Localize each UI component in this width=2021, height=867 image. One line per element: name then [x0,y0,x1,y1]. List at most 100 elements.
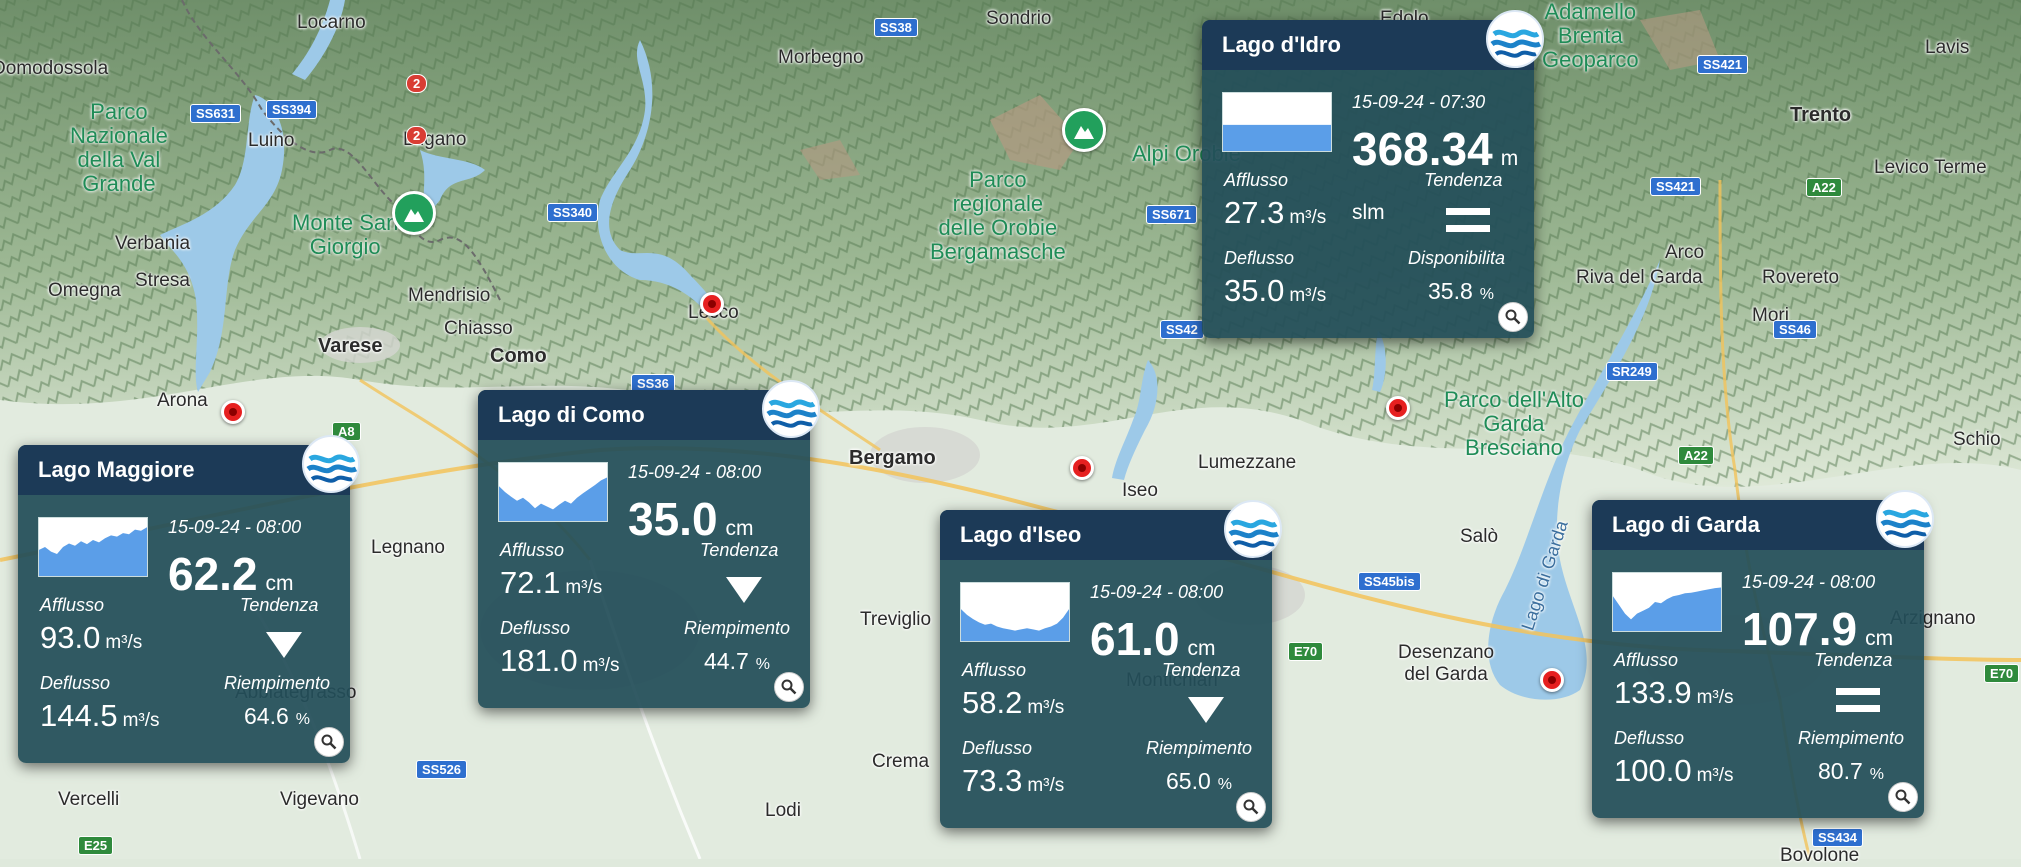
sparkline-area [961,609,1069,641]
reading-time: 15-09-24 - 08:00 [1090,582,1224,602]
sparkline-area [499,477,607,521]
place-label: Vercelli [58,789,120,810]
water-level: 107.9 cm [1742,603,1894,655]
lake-name: Lago d'Idro [1222,32,1341,57]
place-label: Verbania [115,233,191,254]
afflusso-label: Afflusso [1614,650,1679,670]
water-logo-icon [1486,10,1544,68]
trend-down-icon [1188,697,1224,723]
road-shield: SS340 [547,203,599,222]
fill-value: 65.0% [1166,768,1232,794]
tendenza-label: Tendenza [700,540,779,560]
park-icon[interactable] [392,191,436,235]
place-label: Levico Terme [1874,157,1987,178]
lake-name: Lago d'Iseo [960,522,1082,547]
afflusso-label: Afflusso [40,595,105,615]
road-shield: SR249 [1606,362,1658,381]
road-shield: 2 [406,74,428,93]
reading-time: 15-09-24 - 07:30 [1352,92,1486,112]
deflusso-value: 144.5 m³/s [40,698,160,733]
tendenza-label: Tendenza [240,595,319,615]
road-shield: SS434 [1812,828,1864,847]
park-label: Parco Nazionale della Val Grande [70,99,168,196]
afflusso-label: Afflusso [1224,170,1289,190]
place-label: Stresa [135,270,190,291]
fill-label: Riempimento [684,618,791,638]
station-pin[interactable] [1540,668,1564,692]
deflusso-label: Deflusso [962,738,1033,758]
deflusso-value: 35.0 m³/s [1224,273,1327,308]
place-label: Morbegno [778,47,864,68]
park-label: Monte San Giorgio [292,210,399,259]
station-pin[interactable] [1386,396,1410,420]
road-shield: SS45bis [1358,572,1421,591]
road-shield: SS38 [874,18,918,37]
place-label: Mendrisio [408,285,491,306]
road-shield: SS671 [1146,205,1198,224]
water-logo-icon [1224,500,1282,558]
afflusso-value: 72.1 m³/s [500,565,603,600]
fill-label: Disponibilita [1408,248,1506,268]
fill-value: 80.7% [1818,758,1884,784]
lake-card-garda[interactable]: Lago di Garda 15-09-24 - 08:00 107.9 cm A… [1592,490,1934,818]
fill-value: 64.6% [244,703,310,729]
lake-card-iseo[interactable]: Lago d'Iseo 15-09-24 - 08:00 61.0 cm Affl… [940,500,1282,828]
afflusso-value: 133.9 m³/s [1614,675,1734,710]
lake-name: Lago di Como [498,402,645,427]
zoom-icon[interactable] [314,727,344,757]
fill-value: 35.8% [1428,278,1494,304]
lake-card-como[interactable]: Lago di Como 15-09-24 - 08:00 35.0 cm Aff… [478,380,820,708]
road-shield: E70 [1984,664,2020,683]
reading-time: 15-09-24 - 08:00 [168,517,302,537]
place-label: Lodi [765,800,801,821]
station-pin[interactable] [700,292,724,316]
trend-down-icon [266,632,302,658]
level-sparkline [498,462,608,522]
road-shield: SS421 [1650,177,1702,196]
zoom-icon[interactable] [774,672,804,702]
place-label: Sondrio [986,8,1052,29]
zoom-icon[interactable] [1888,782,1918,812]
trend-stable-icon [1836,688,1880,712]
lake-card-idro[interactable]: Lago d'Idro 15-09-24 - 07:30 368.34 m slm… [1202,10,1544,338]
deflusso-label: Deflusso [1224,248,1295,268]
lake-card-maggiore[interactable]: Lago Maggiore 15-09-24 - 08:00 62.2 cm Af… [18,435,360,763]
deflusso-value: 181.0 m³/s [500,643,620,678]
fill-label: Riempimento [1798,728,1905,748]
place-label: Bergamo [849,447,936,469]
afflusso-value: 27.3 m³/s [1224,195,1327,230]
level-sparkline [960,582,1070,642]
road-shield: SS526 [416,760,468,779]
road-shield: 2 [406,126,428,145]
trend-stable-icon [1446,208,1490,232]
place-label: Lumezzane [1198,452,1297,473]
level-sparkline [1222,92,1332,152]
place-label: Treviglio [860,609,932,630]
park-label: Parco regionale delle Orobie Bergamasche [930,167,1066,264]
zoom-icon[interactable] [1498,302,1528,332]
zoom-icon[interactable] [1236,792,1266,822]
park-icon[interactable] [1062,108,1106,152]
road-shield: E25 [78,836,114,855]
road-shield: SS394 [266,100,318,119]
place-label: Riva del Garda [1576,267,1703,288]
lake-name: Lago Maggiore [38,457,195,482]
sparkline-area [39,527,147,576]
reading-time: 15-09-24 - 08:00 [1742,572,1876,592]
road-shield: SS46 [1773,320,1817,339]
road-shield: SS631 [190,104,242,123]
road-shield: A22 [1678,446,1714,465]
place-label: Legnano [371,537,445,558]
station-pin[interactable] [1070,456,1094,480]
deflusso-label: Deflusso [500,618,571,638]
place-label: Crema [872,751,930,772]
deflusso-value: 100.0 m³/s [1614,753,1734,788]
card-header: Lago di Garda [1592,500,1924,550]
sparkline-area [1223,124,1331,151]
place-label: Chiasso [444,318,513,339]
road-shield: SS421 [1697,55,1749,74]
trend-down-icon [726,577,762,603]
deflusso-label: Deflusso [40,673,111,693]
place-label: Arco [1665,242,1705,263]
station-pin[interactable] [221,400,245,424]
